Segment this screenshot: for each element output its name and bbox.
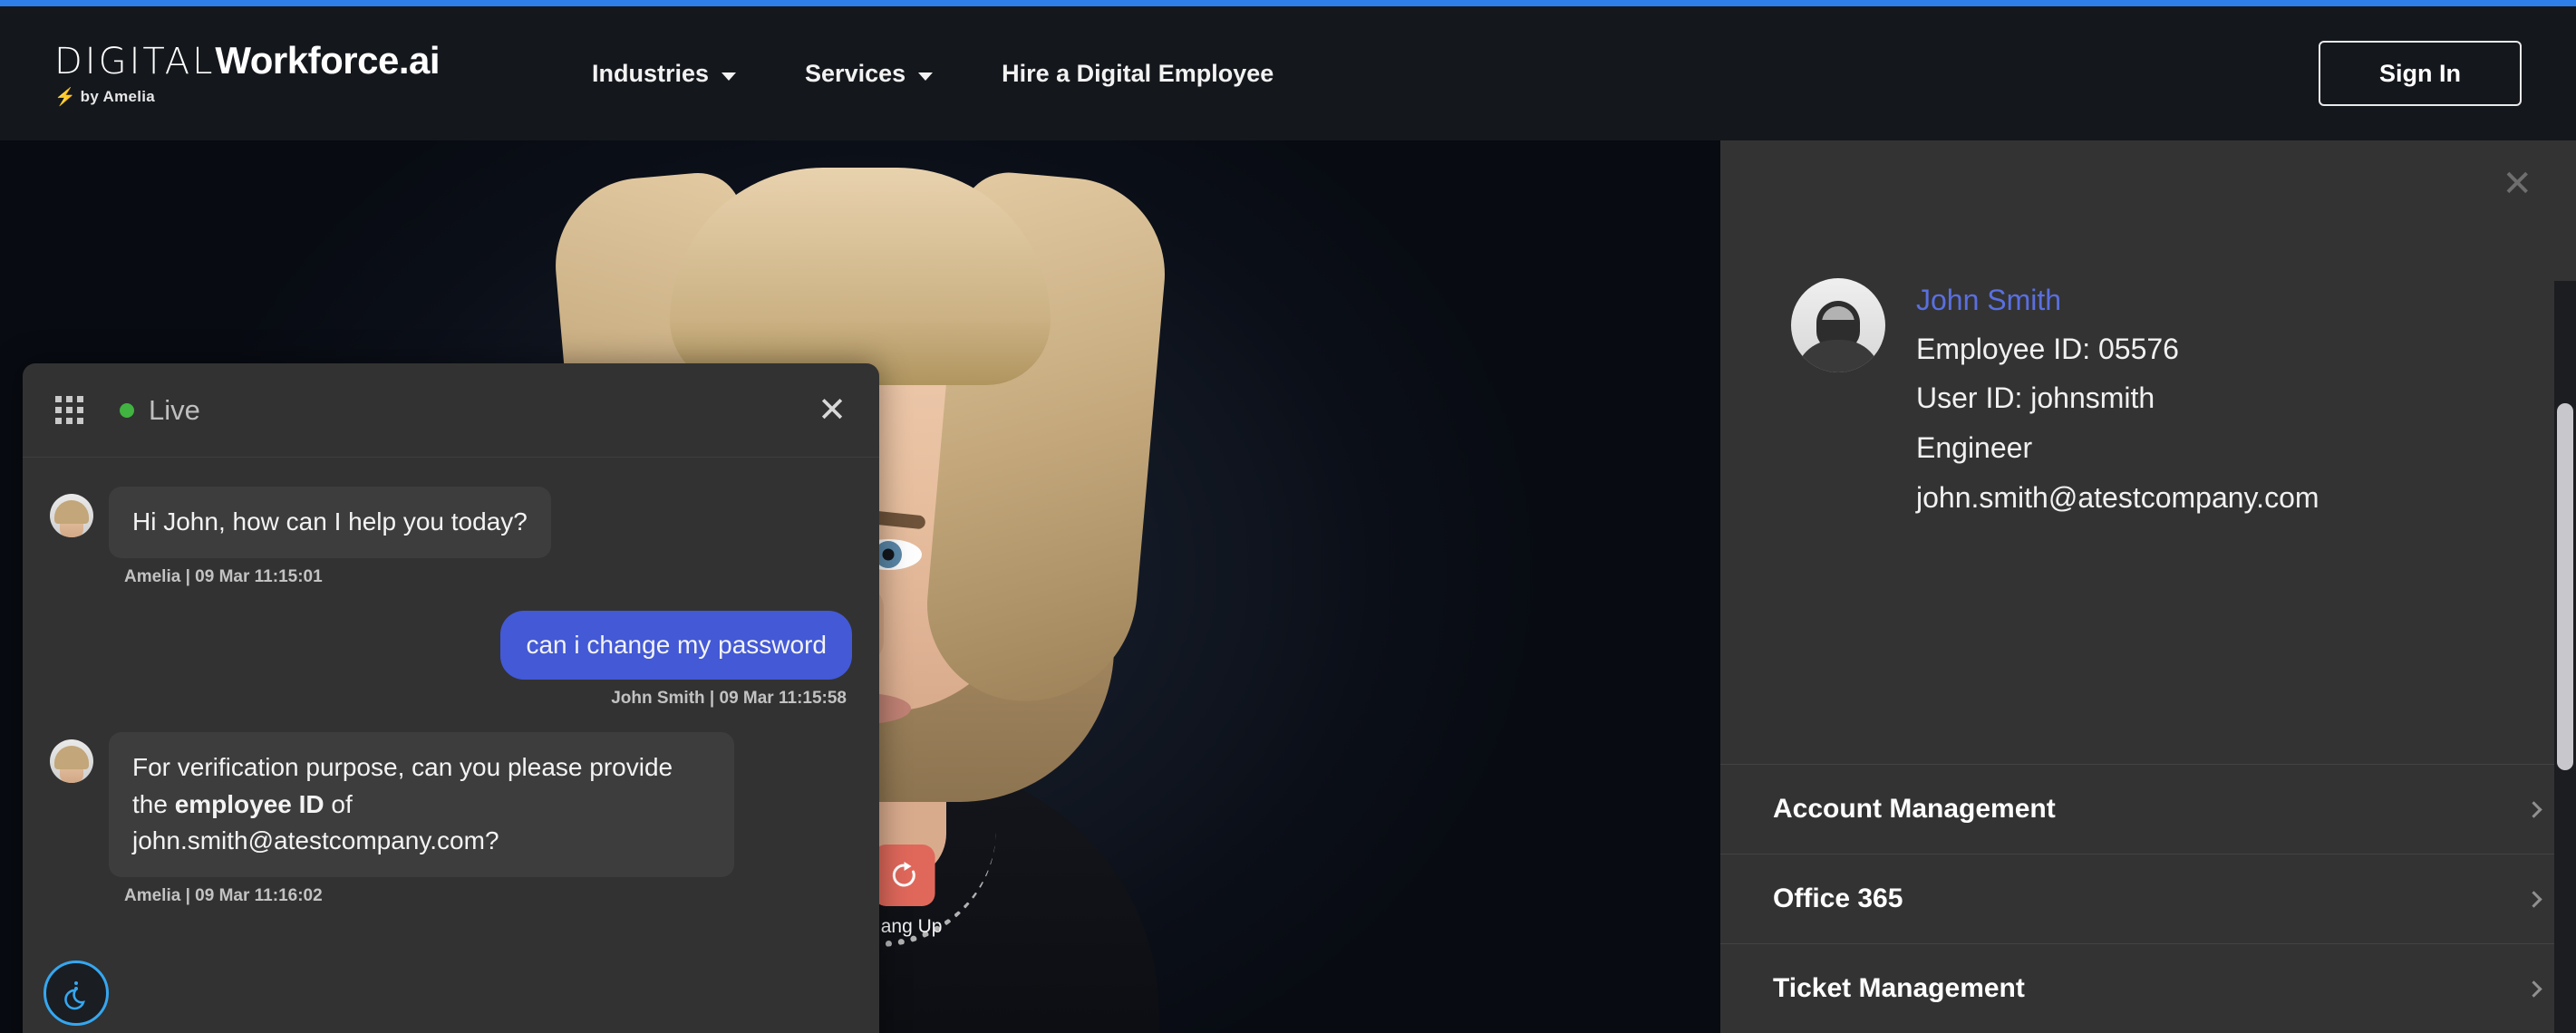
message-bubble: can i change my password [500, 610, 852, 681]
agent-avatar [50, 739, 93, 784]
nav-label-industries: Industries [592, 59, 710, 87]
accordion-label: Account Management [1773, 794, 2056, 824]
employee-avatar [1791, 278, 1885, 372]
employee-profile: John Smith Employee ID: 05576 User ID: j… [1720, 140, 2576, 522]
accordion-label: Ticket Management [1773, 973, 2025, 1003]
chevron-right-icon [2525, 980, 2542, 998]
message-bubble: Hi John, how can I help you today? [109, 487, 551, 558]
nav-label-hire: Hire a Digital Employee [1002, 59, 1274, 87]
logo-text-thin: DIGITAL [54, 41, 216, 82]
refresh-arrow-icon [893, 862, 916, 887]
chat-message-list: Hi John, how can I help you today? Ameli… [23, 458, 879, 1033]
nav-item-hire-digital-employee[interactable]: Hire a Digital Employee [967, 60, 1308, 88]
nav-item-services[interactable]: Services [770, 60, 967, 88]
nav-label-services: Services [805, 59, 906, 87]
chat-close-button[interactable]: ✕ [818, 393, 847, 428]
hangup-control-box [873, 845, 935, 906]
chevron-right-icon [2525, 800, 2542, 818]
chevron-right-icon [2525, 890, 2542, 908]
employee-name[interactable]: John Smith [1916, 278, 2319, 323]
accessibility-moon-icon [64, 981, 85, 1010]
chevron-down-icon [918, 72, 934, 81]
nav-item-industries[interactable]: Industries [557, 60, 770, 88]
chat-widget: Live ✕ Hi John, how can I help you today… [23, 363, 879, 1033]
bolt-icon: ⚡ [54, 87, 76, 107]
employee-role: Engineer [1916, 431, 2033, 465]
page-root: DIGITAL Workforce.ai ⚡ by Amelia Industr… [0, 0, 2576, 1033]
page-scrollbar-track[interactable] [2554, 281, 2576, 1033]
chat-message-agent-1: Hi John, how can I help you today? [50, 487, 852, 558]
message-meta: Amelia | 09 Mar 11:15:01 [124, 566, 323, 586]
chat-status: Live [120, 394, 200, 427]
page-scrollbar-thumb[interactable] [2557, 403, 2573, 770]
main-body: Chat Hang Up [0, 140, 2576, 1033]
accordion-item-account-management[interactable]: Account Management [1720, 764, 2576, 854]
accessibility-widget-button[interactable] [44, 961, 109, 1026]
accordion-item-ticket-management[interactable]: Ticket Management [1720, 943, 2576, 1033]
live-status-label: Live [149, 393, 200, 426]
message-meta: Amelia | 09 Mar 11:16:02 [124, 885, 323, 905]
employee-email: john.smith@atestcompany.com [1916, 481, 2319, 515]
info-panel-close-button[interactable]: ✕ [2502, 166, 2532, 202]
accordion-item-office-365[interactable]: Office 365 [1720, 854, 2576, 943]
employee-user-id: User ID: johnsmith [1916, 381, 2155, 415]
grid-menu-icon[interactable] [55, 396, 83, 424]
employee-info-panel: ✕ John Smith Employee ID: 05576 User ID:… [1720, 140, 2576, 1033]
agent-avatar [50, 494, 93, 537]
live-status-dot [120, 402, 134, 418]
message-bubble: For verification purpose, can you please… [109, 732, 734, 877]
site-header: DIGITAL Workforce.ai ⚡ by Amelia Industr… [0, 6, 2576, 140]
chat-header: Live ✕ [23, 363, 879, 458]
sign-in-button[interactable]: Sign In [2319, 41, 2522, 106]
brand-logo[interactable]: DIGITAL Workforce.ai ⚡ by Amelia [54, 39, 441, 107]
employee-id: Employee ID: 05576 [1916, 332, 2179, 365]
chat-message-agent-2: For verification purpose, can you please… [50, 732, 852, 877]
logo-byline: by Amelia [80, 88, 156, 105]
main-navigation: Industries Services Hire a Digital Emplo… [557, 6, 1308, 140]
employee-details: John Smith Employee ID: 05576 User ID: j… [1916, 278, 2319, 522]
avatar-pupil-right [882, 548, 895, 561]
accordion-label: Office 365 [1773, 883, 1903, 913]
logo-text-bold: Workforce.ai [215, 39, 441, 82]
service-accordion: Account Management Office 365 Ticket Man… [1720, 764, 2576, 1033]
chevron-down-icon [721, 72, 737, 81]
chat-message-user-1: can i change my password [50, 610, 852, 681]
message-meta: John Smith | 09 Mar 11:15:58 [611, 689, 847, 709]
top-accent-bar [0, 0, 2576, 6]
message-text-bold: employee ID [174, 789, 324, 818]
